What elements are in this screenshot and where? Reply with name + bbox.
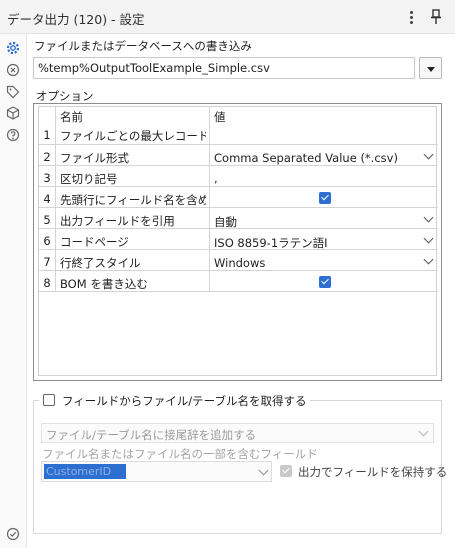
column-header-name: 名前	[60, 110, 83, 124]
chevron-down-icon[interactable]	[418, 426, 429, 437]
option-name-header-row: 先頭行にフィールド名を含め…	[60, 193, 206, 207]
window-title: データ出力 (120) - 設定	[7, 12, 145, 27]
option-value-quote-fields[interactable]: 自動	[214, 214, 414, 230]
field-select[interactable]: CustomerID	[41, 461, 272, 482]
option-name-line-ending: 行終了スタイル	[60, 256, 141, 270]
filename-mode-select[interactable]: ファイル/テーブル名に接尾辞を追加する	[41, 423, 434, 443]
row-number: 3	[43, 171, 51, 185]
filename-from-field-label: フィールドからファイル/テーブル名を取得する	[62, 394, 307, 408]
option-name-quote-fields: 出力フィールドを引用	[60, 214, 175, 228]
keep-field-checkbox[interactable]	[280, 465, 292, 477]
filename-from-field-toggle[interactable]: フィールドからファイル/テーブル名を取得する	[39, 393, 311, 409]
output-path-value: %temp%OutputToolExample_Simple.csv	[38, 61, 270, 75]
row-number: 2	[43, 150, 51, 164]
keep-field-label: 出力でフィールドを保持する	[298, 465, 448, 479]
kebab-menu-icon[interactable]	[404, 8, 420, 26]
filename-mode-value: ファイル/テーブル名に接尾辞を追加する	[46, 428, 257, 442]
row-number: 5	[43, 213, 51, 227]
options-grid: 名前 値 1 ファイルごとの最大レコード数 2 ファイル形式 Comma Sep…	[33, 103, 442, 381]
option-name-file-format: ファイル形式	[60, 151, 129, 165]
chevron-down-icon[interactable]	[423, 254, 434, 265]
output-path-field[interactable]: %temp%OutputToolExample_Simple.csv	[33, 57, 415, 79]
option-value-code-page[interactable]: ISO 8859-1ラテン語I	[214, 235, 414, 251]
chevron-down-icon[interactable]	[423, 212, 434, 223]
output-location-label: ファイルまたはデータベースへの書き込み	[34, 39, 252, 53]
row-number: 1	[43, 128, 51, 142]
row-number: 7	[43, 255, 51, 269]
chevron-down-icon[interactable]	[423, 233, 434, 244]
chevron-down-icon[interactable]	[423, 149, 434, 160]
option-checkbox-header-row[interactable]	[319, 192, 331, 204]
options-label: オプション	[36, 89, 94, 103]
field-select-value: CustomerID	[46, 465, 112, 478]
chevron-down-icon	[427, 67, 435, 72]
filename-from-field-checkbox[interactable]	[43, 394, 55, 406]
cube-icon[interactable]	[5, 105, 21, 121]
check-circle-icon[interactable]	[5, 526, 21, 542]
option-value-delimiter[interactable]: ,	[214, 171, 414, 185]
field-select-highlight: CustomerID	[44, 464, 126, 479]
field-select-label: ファイル名またはファイル名の一部を含むフィールド	[42, 447, 318, 461]
output-path-dropdown-button[interactable]	[419, 57, 442, 79]
option-value-file-format[interactable]: Comma Separated Value (*.csv)	[214, 151, 414, 165]
help-icon[interactable]	[5, 127, 21, 143]
options-table: 名前 値 1 ファイルごとの最大レコード数 2 ファイル形式 Comma Sep…	[38, 106, 438, 376]
option-value-max-records[interactable]	[210, 124, 438, 144]
option-name-write-bom: BOM を書き込む	[60, 277, 148, 291]
option-name-delimiter: 区切り記号	[60, 172, 118, 186]
connection-icon[interactable]	[5, 62, 21, 78]
gear-icon[interactable]	[5, 40, 21, 56]
pin-icon[interactable]	[428, 8, 444, 26]
option-checkbox-write-bom[interactable]	[319, 276, 331, 288]
row-number: 6	[43, 234, 51, 248]
column-header-value: 値	[214, 110, 226, 124]
title-bar: データ出力 (120) - 設定	[0, 0, 455, 34]
row-number: 4	[43, 192, 51, 206]
tag-icon[interactable]	[5, 84, 21, 100]
chevron-down-icon[interactable]	[258, 465, 269, 476]
row-number: 8	[43, 276, 51, 290]
option-value-line-ending[interactable]: Windows	[214, 256, 414, 270]
option-name-max-records: ファイルごとの最大レコード数	[60, 129, 206, 143]
side-rail	[0, 34, 27, 548]
option-name-code-page: コードページ	[60, 235, 129, 249]
